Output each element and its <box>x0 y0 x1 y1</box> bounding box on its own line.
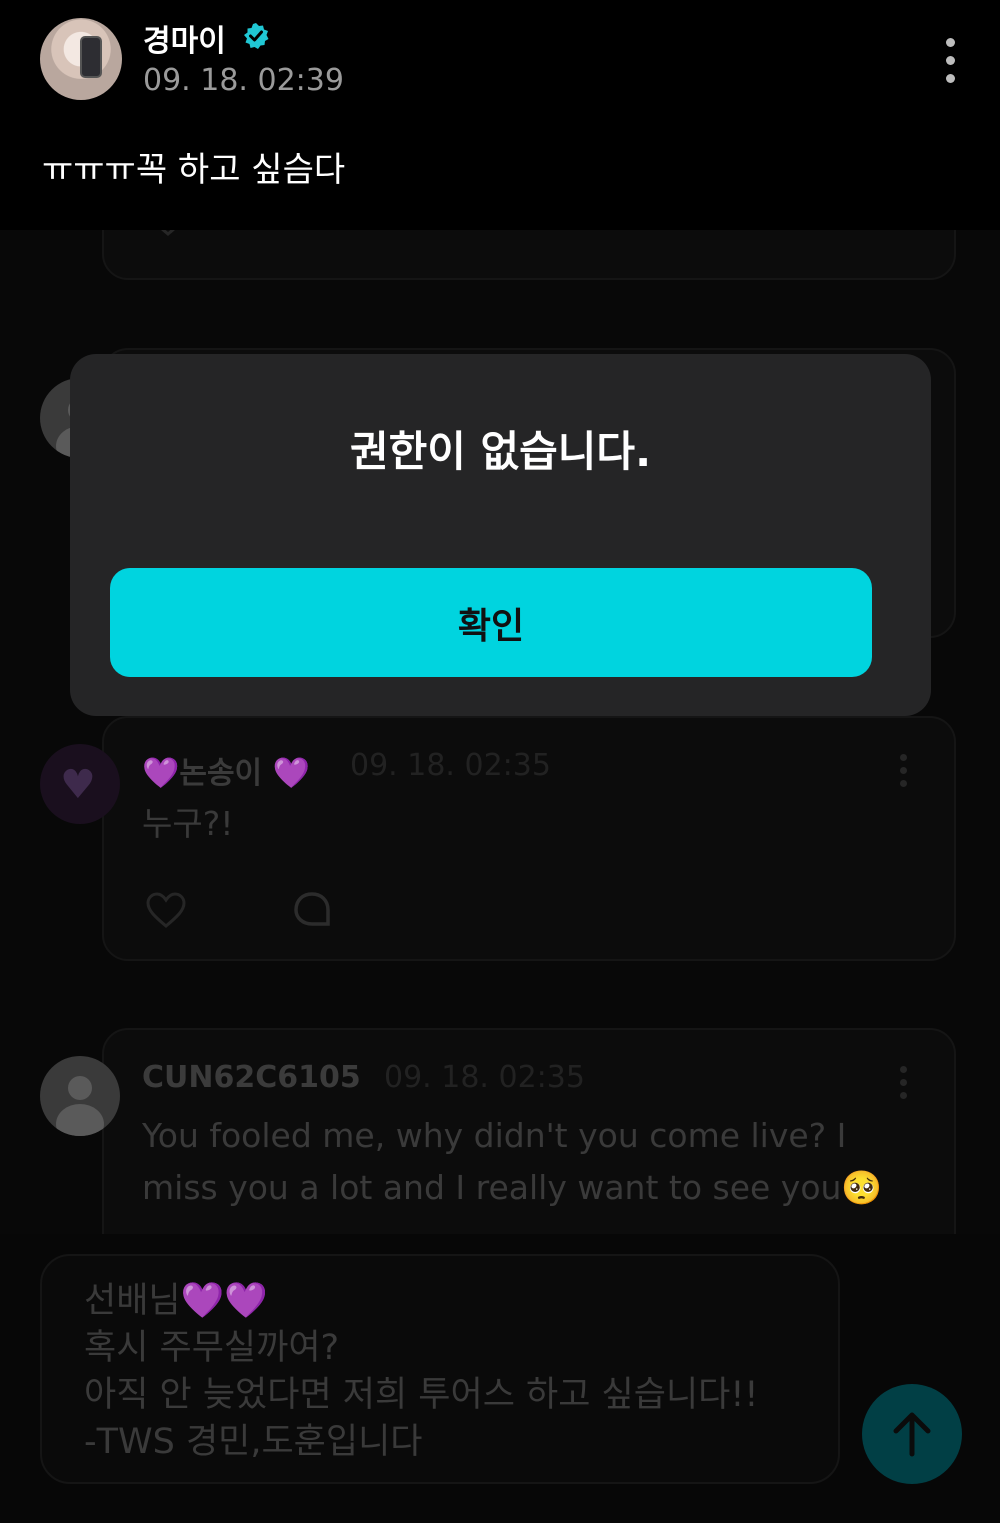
reply-icon[interactable] <box>290 890 334 930</box>
post-date: 09. 18. 02:39 <box>143 63 344 98</box>
comment-more-icon[interactable] <box>900 1066 910 1106</box>
comment-input[interactable]: 선배님💜💜 혹시 주무실까여? 아직 안 늦었다면 저희 투어스 하고 싶습니다… <box>40 1254 840 1484</box>
scroll-to-top-button[interactable] <box>862 1384 962 1484</box>
comment-avatar[interactable] <box>40 1056 120 1136</box>
more-options-icon[interactable] <box>936 38 964 92</box>
dialog-title: 권한이 없습니다. <box>349 427 652 476</box>
avatar-photo-phone <box>80 36 102 78</box>
heart-icon: ♥ <box>60 762 96 808</box>
comment-author-name[interactable]: 💜논송이 💜 <box>142 748 310 792</box>
comment-date: 09. 18. 02:35 <box>384 1060 585 1095</box>
comment-author-name[interactable]: CUN62C6105 <box>142 1060 361 1095</box>
comment-avatar-heart[interactable]: ♥ <box>40 744 120 824</box>
post-header: 경마이 09. 18. 02:39 ㅠㅠㅠ꼭 하고 싶슴다 <box>0 0 1000 230</box>
comment-more-icon[interactable] <box>900 754 910 794</box>
arrow-up-icon <box>893 1412 931 1457</box>
permission-dialog: 권한이 없습니다. 확인 <box>70 354 931 716</box>
comment-date: 09. 18. 02:35 <box>350 748 551 783</box>
comment-text: You fooled me, why didn't you come live?… <box>142 1116 883 1207</box>
comment-card: 💜논송이 💜 09. 18. 02:35 누구?! <box>102 716 956 961</box>
verified-badge-icon <box>244 23 269 49</box>
confirm-button[interactable]: 확인 <box>110 568 872 677</box>
author-avatar[interactable] <box>40 18 122 100</box>
author-name[interactable]: 경마이 <box>143 16 226 60</box>
comment-text: 누구?! <box>142 804 234 843</box>
comment-composer-bar: 선배님💜💜 혹시 주무실까여? 아직 안 늦었다면 저희 투어스 하고 싶습니다… <box>0 1234 1000 1523</box>
like-icon[interactable] <box>144 890 188 930</box>
post-body-text: ㅠㅠㅠ꼭 하고 싶슴다 <box>42 150 346 190</box>
comment-input-text: 선배님💜💜 혹시 주무실까여? 아직 안 늦었다면 저희 투어스 하고 싶습니다… <box>84 1281 759 1462</box>
